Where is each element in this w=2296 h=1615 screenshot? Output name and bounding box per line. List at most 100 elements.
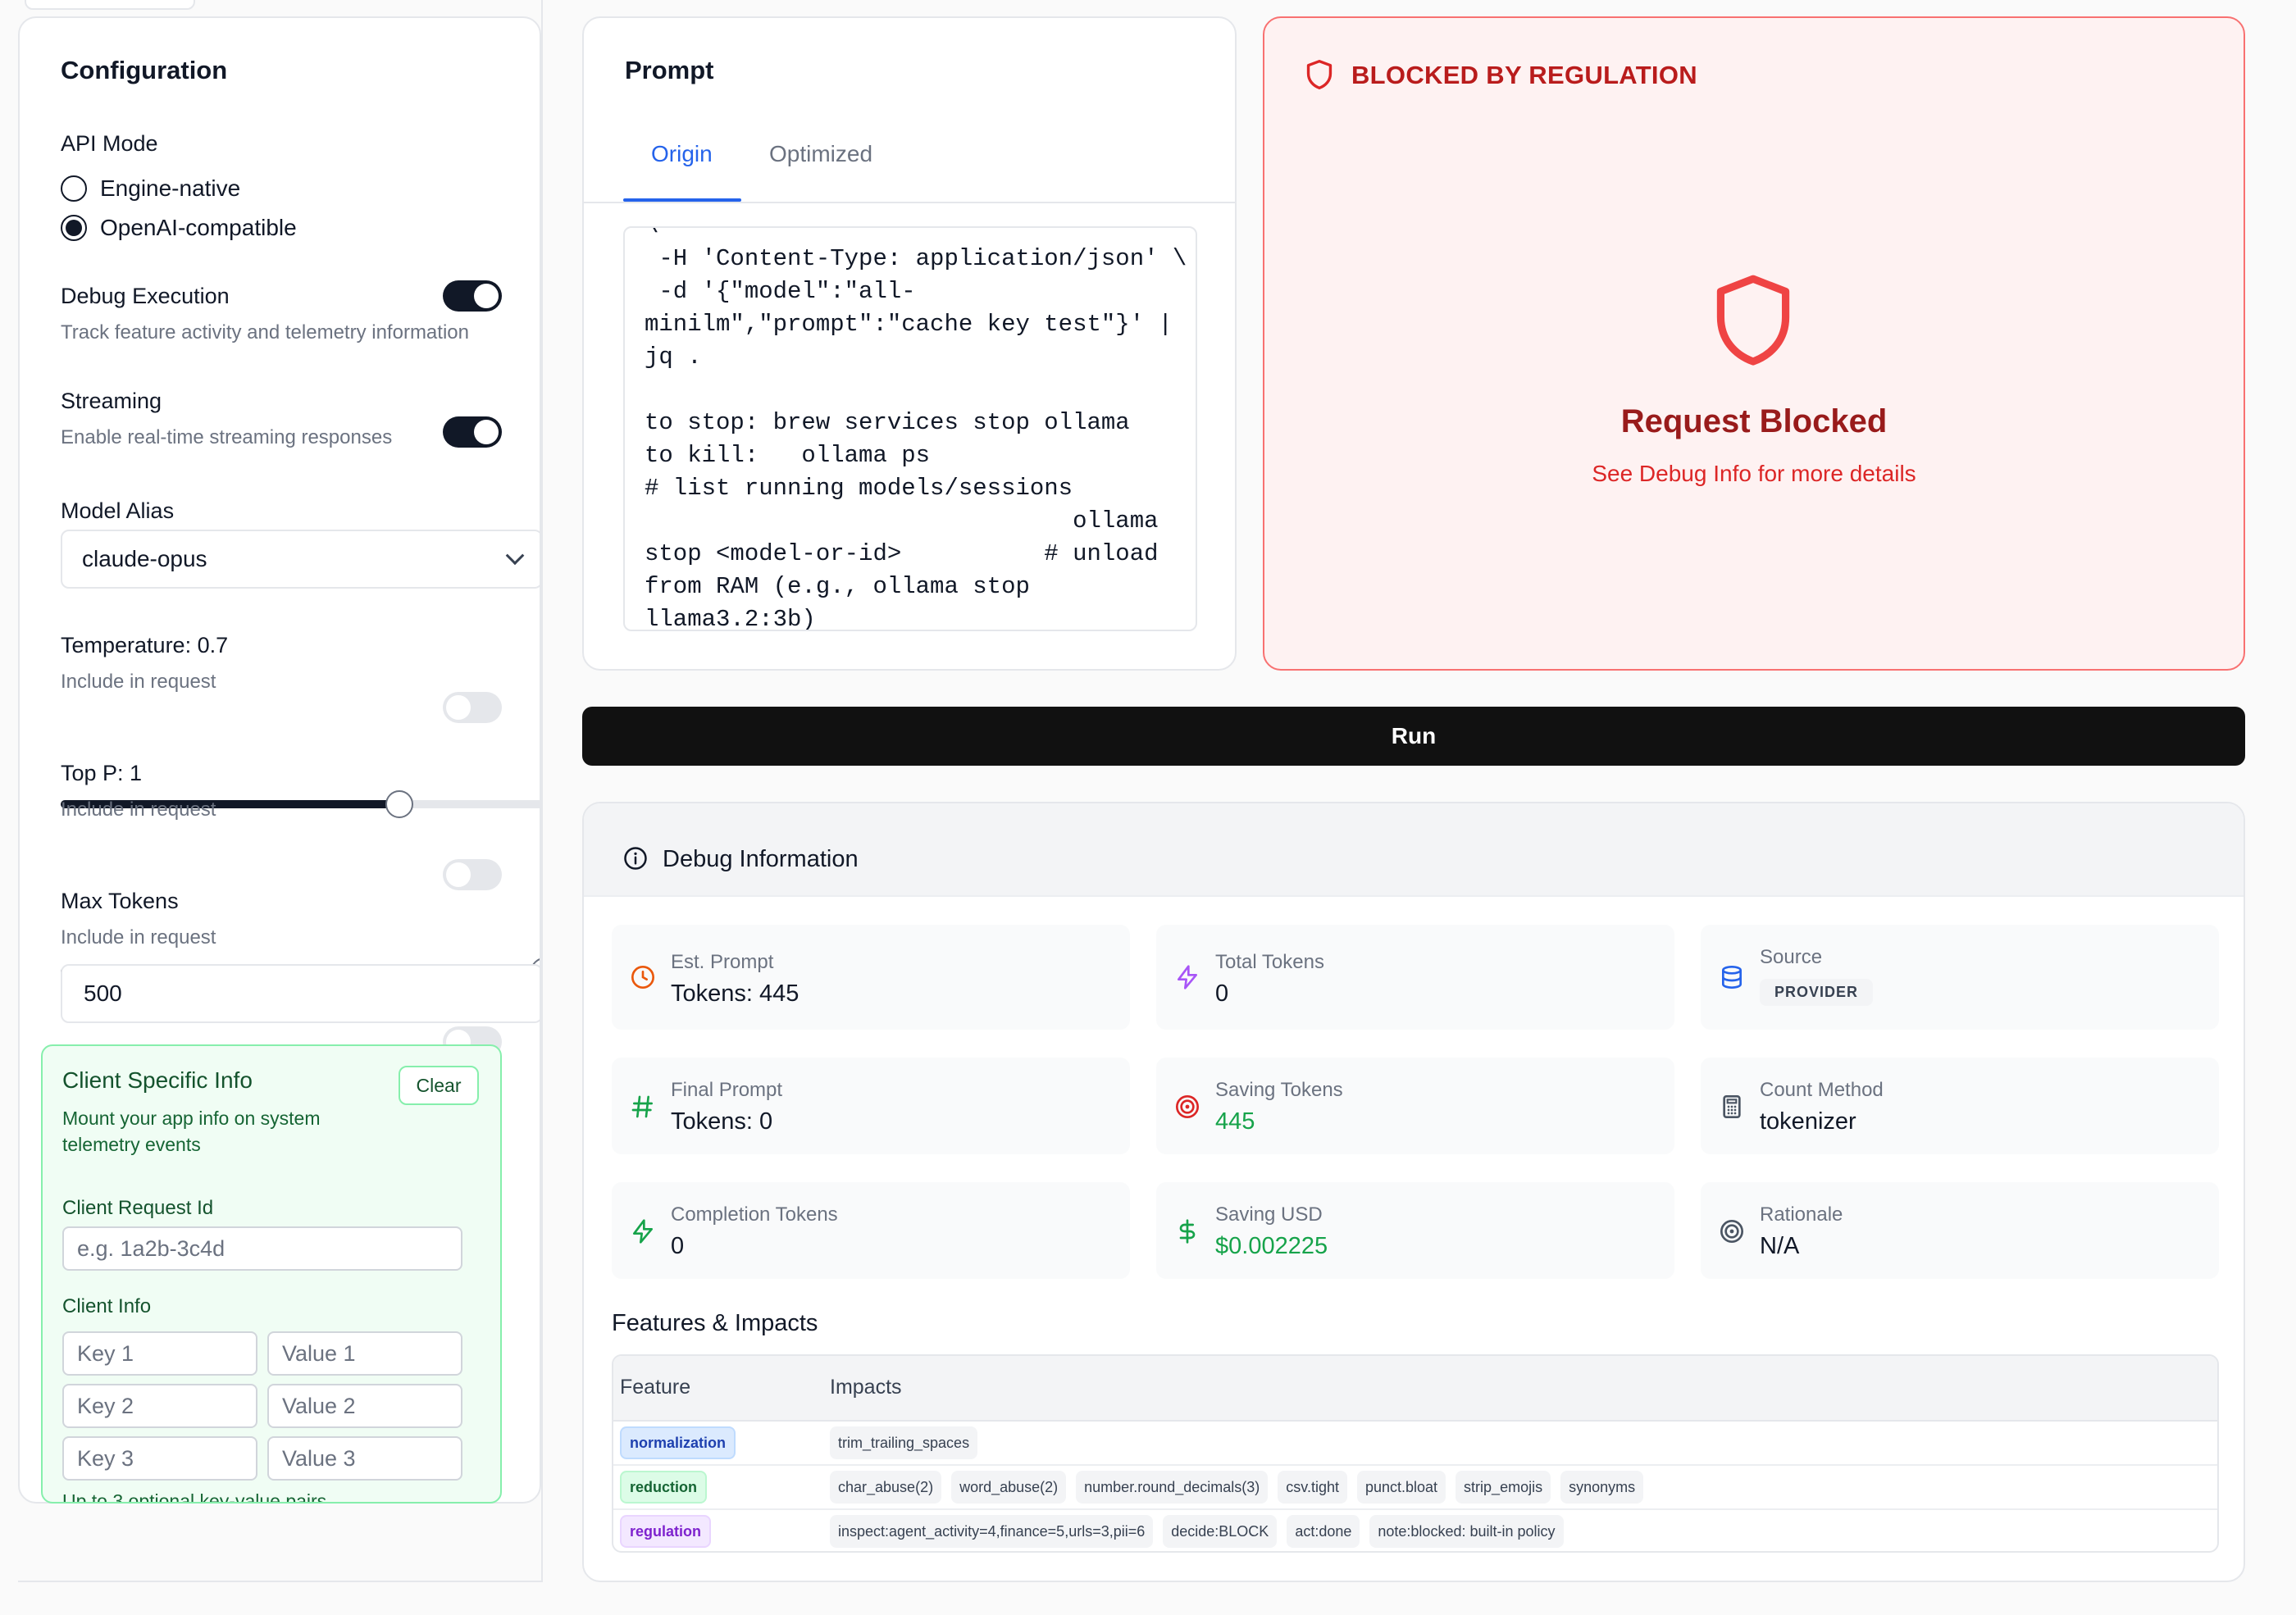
- blocked-panel: BLOCKED BY REGULATION Request Blocked Se…: [1263, 16, 2245, 671]
- source-provider-badge: PROVIDER: [1760, 979, 1874, 1006]
- api-mode-option-openai-compatible[interactable]: OpenAI-compatible: [61, 215, 297, 241]
- blocked-heading: BLOCKED BY REGULATION: [1351, 61, 1697, 89]
- stat-rationale-label: Rationale: [1760, 1203, 1843, 1226]
- database-icon: [1719, 964, 1745, 990]
- radio-label-openai-compatible: OpenAI-compatible: [100, 215, 297, 240]
- tab-origin[interactable]: Origin: [651, 141, 713, 167]
- model-alias-value: claude-opus: [82, 546, 207, 571]
- client-info-key-1-input[interactable]: Key 1: [62, 1331, 257, 1376]
- top-p-include-toggle[interactable]: [443, 859, 502, 890]
- sidebar-divider: [541, 0, 543, 1582]
- max-tokens-input[interactable]: 500: [61, 964, 540, 1023]
- clear-button[interactable]: Clear: [399, 1066, 479, 1105]
- temperature-include-label: Include in request: [61, 671, 216, 693]
- stat-completion-tokens: Completion Tokens 0: [612, 1182, 1130, 1279]
- debug-execution-toggle[interactable]: [443, 280, 502, 312]
- column-header-impacts: Impacts: [830, 1376, 902, 1399]
- table-row: reduction char_abuse(2) word_abuse(2) nu…: [613, 1466, 2217, 1510]
- dollar-icon: [1174, 1218, 1200, 1244]
- impact-chip: trim_trailing_spaces: [830, 1426, 978, 1459]
- client-request-id-label: Client Request Id: [62, 1197, 214, 1219]
- model-alias-label: Model Alias: [61, 498, 175, 523]
- run-button[interactable]: Run: [582, 707, 2245, 766]
- prompt-code-editor[interactable]: \ -H 'Content-Type: application/json' \ …: [623, 226, 1197, 631]
- client-info-value-1-input[interactable]: Value 1: [267, 1331, 462, 1376]
- client-request-id-input[interactable]: e.g. 1a2b-3c4d: [62, 1226, 462, 1271]
- debug-execution-label: Debug Execution: [61, 284, 230, 308]
- api-mode-option-engine-native[interactable]: Engine-native: [61, 175, 240, 202]
- debug-header: Debug Information: [584, 803, 2244, 897]
- stat-count-method-value: tokenizer: [1760, 1108, 1856, 1135]
- stat-rationale: Rationale N/A: [1701, 1182, 2219, 1279]
- radio-engine-native[interactable]: [61, 175, 87, 202]
- stat-final-prompt: Final Prompt Tokens: 0: [612, 1058, 1130, 1154]
- stat-saving-tokens-value: 445: [1215, 1108, 1255, 1135]
- stat-saving-tokens-label: Saving Tokens: [1215, 1079, 1343, 1101]
- top-p-label: Top P: 1: [61, 761, 143, 785]
- table-row: regulation inspect:agent_activity=4,fina…: [613, 1510, 2217, 1551]
- stat-source: Source PROVIDER: [1701, 925, 2219, 1030]
- table-row: normalization trim_trailing_spaces: [613, 1422, 2217, 1466]
- prompt-code-text: \ -H 'Content-Type: application/json' \ …: [645, 228, 1187, 631]
- model-alias-select[interactable]: claude-opus: [61, 530, 540, 589]
- request-blocked-subtitle: See Debug Info for more details: [1592, 461, 1916, 486]
- streaming-label: Streaming: [61, 389, 162, 413]
- impact-chip: note:blocked: built-in policy: [1369, 1515, 1564, 1548]
- sidebar-tab-stub: [25, 0, 195, 10]
- temperature-slider-thumb[interactable]: [385, 790, 413, 818]
- stat-est-prompt: Est. Prompt Tokens: 445: [612, 925, 1130, 1030]
- hash-icon: [630, 1094, 656, 1120]
- impact-chips: char_abuse(2) word_abuse(2) number.round…: [830, 1471, 1644, 1504]
- stat-completion-tokens-value: 0: [671, 1233, 685, 1259]
- feature-badge-reduction: reduction: [620, 1471, 708, 1504]
- max-tokens-label: Max Tokens: [61, 889, 179, 913]
- impact-chip: strip_emojis: [1456, 1471, 1551, 1504]
- stat-saving-usd-value: $0.002225: [1215, 1233, 1328, 1259]
- stat-count-method: Count Method tokenizer: [1701, 1058, 2219, 1154]
- client-info-footnote: Up to 3 optional key-value pairs: [62, 1490, 327, 1504]
- radio-label-engine-native: Engine-native: [100, 175, 241, 201]
- top-p-include-label: Include in request: [61, 798, 216, 821]
- stat-total-tokens-label: Total Tokens: [1215, 951, 1324, 973]
- impact-chip: punct.bloat: [1356, 1471, 1446, 1504]
- impact-chip: word_abuse(2): [951, 1471, 1067, 1504]
- radio-openai-compatible[interactable]: [61, 215, 87, 241]
- features-table: Feature Impacts normalization trim_trail…: [612, 1354, 2219, 1553]
- stat-completion-tokens-label: Completion Tokens: [671, 1203, 838, 1226]
- tabs-divider: [584, 202, 1235, 203]
- target-icon: [1719, 1218, 1745, 1244]
- feature-badge-regulation: regulation: [620, 1515, 712, 1548]
- stat-rationale-value: N/A: [1760, 1233, 1800, 1259]
- client-info-label: Client Info: [62, 1295, 152, 1317]
- client-info-key-2-input[interactable]: Key 2: [62, 1384, 257, 1428]
- impact-chips: trim_trailing_spaces: [830, 1426, 978, 1459]
- impact-chip: synonyms: [1560, 1471, 1644, 1504]
- impact-chip: number.round_decimals(3): [1076, 1471, 1269, 1504]
- features-table-header: Feature Impacts: [613, 1356, 2217, 1422]
- stat-final-prompt-value: Tokens: 0: [671, 1108, 773, 1135]
- client-info-key-3-input[interactable]: Key 3: [62, 1436, 257, 1481]
- client-info-title: Client Specific Info: [62, 1067, 253, 1093]
- streaming-toggle[interactable]: [443, 416, 502, 448]
- debug-title: Debug Information: [663, 846, 859, 872]
- impact-chips: inspect:agent_activity=4,finance=5,urls=…: [830, 1515, 1564, 1548]
- impact-chip: decide:BLOCK: [1163, 1515, 1278, 1548]
- request-blocked-title: Request Blocked: [1620, 403, 1888, 439]
- clock-icon: [630, 964, 656, 990]
- client-info-value-2-input[interactable]: Value 2: [267, 1384, 462, 1428]
- stat-count-method-label: Count Method: [1760, 1079, 1884, 1101]
- feature-badge-normalization: normalization: [620, 1426, 736, 1459]
- tab-optimized[interactable]: Optimized: [769, 141, 872, 167]
- client-info-value-3-input[interactable]: Value 3: [267, 1436, 462, 1481]
- shield-icon: [1712, 272, 1794, 369]
- stat-total-tokens-value: 0: [1215, 980, 1229, 1007]
- features-impacts-title: Features & Impacts: [612, 1310, 818, 1336]
- api-mode-label: API Mode: [61, 131, 158, 156]
- impact-chip: char_abuse(2): [830, 1471, 942, 1504]
- stat-saving-tokens: Saving Tokens 445: [1156, 1058, 1674, 1154]
- temperature-include-toggle[interactable]: [443, 692, 502, 723]
- client-specific-info-panel: Client Specific Info Clear Mount your ap…: [41, 1044, 502, 1504]
- client-info-description: Mount your app info on system telemetry …: [62, 1108, 321, 1155]
- debug-information-panel: Debug Information Est. Prompt Tokens: 44…: [582, 802, 2245, 1582]
- impact-chip: csv.tight: [1278, 1471, 1347, 1504]
